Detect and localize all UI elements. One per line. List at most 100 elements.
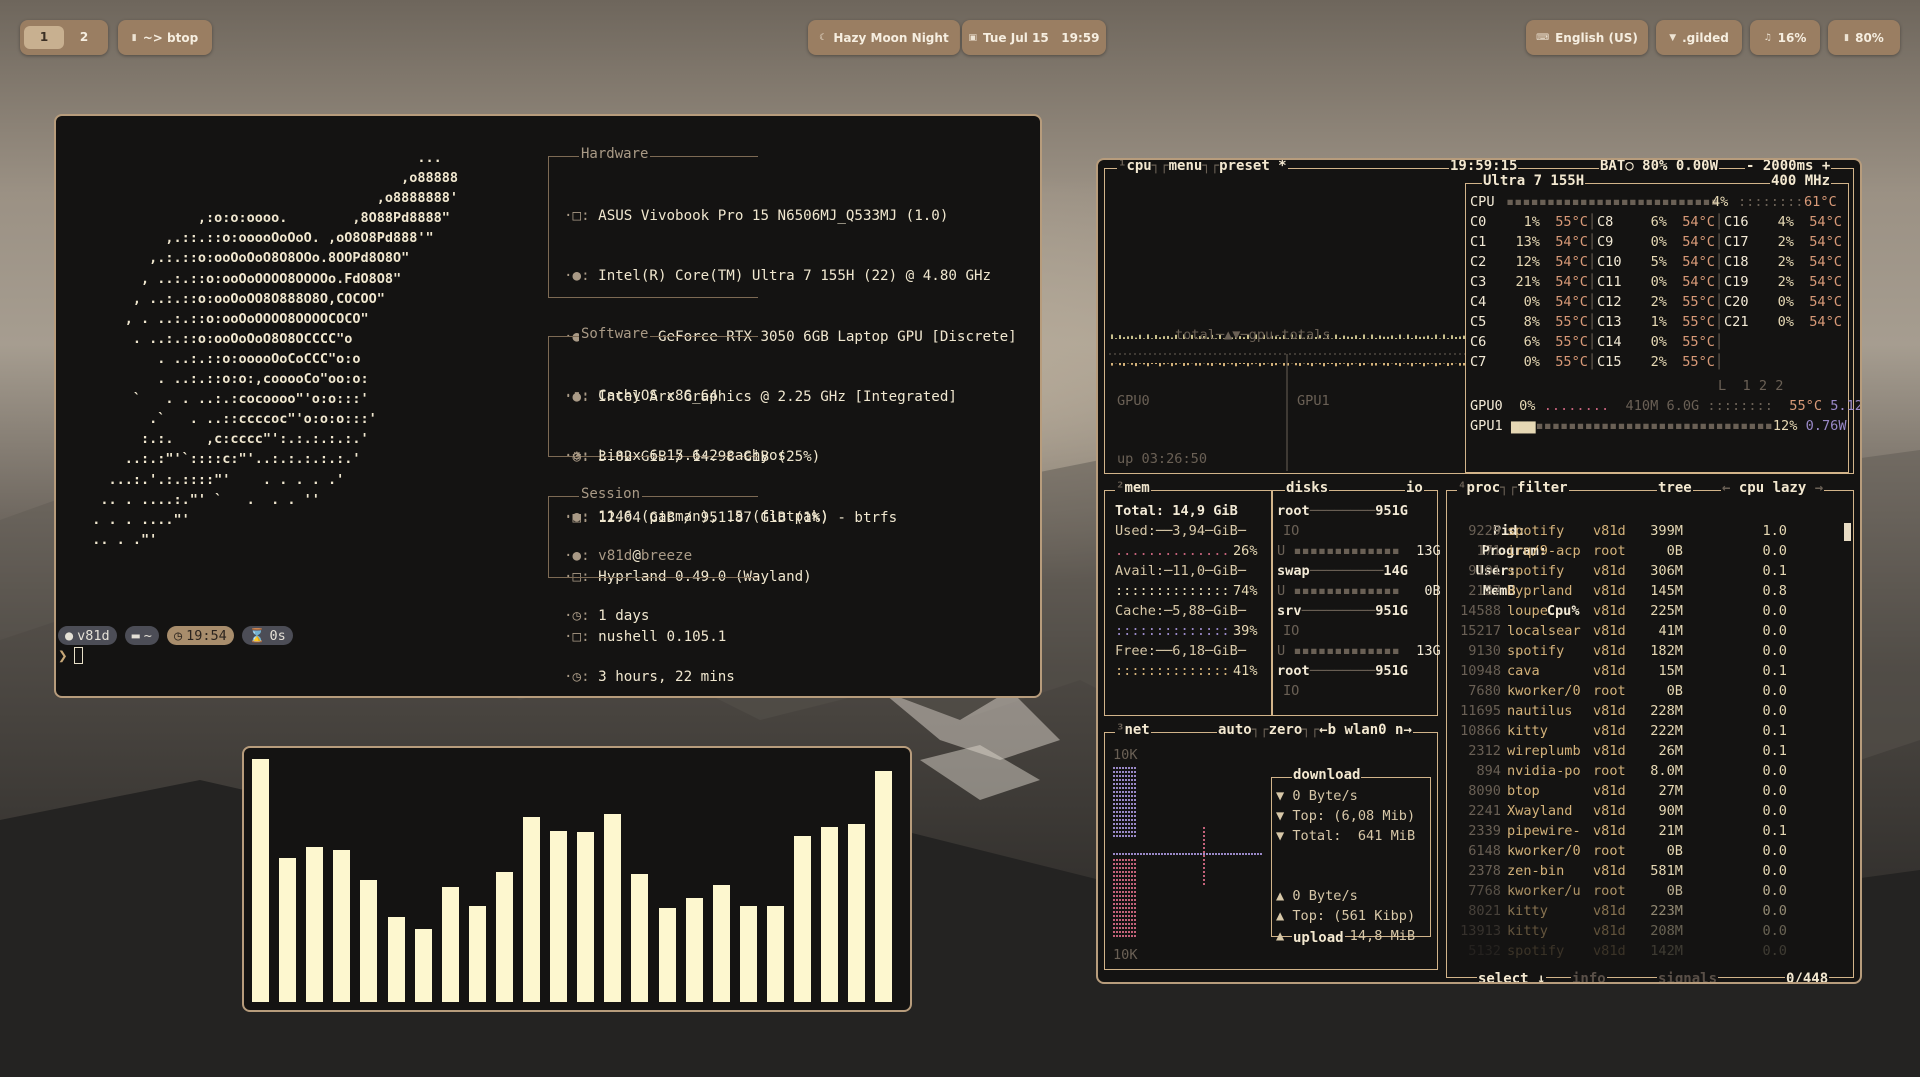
cpu-total-sparkline: :::::::: [1738,194,1804,210]
network-pill[interactable]: ▼ .gilded [1656,20,1742,55]
proc-select[interactable]: select ↓ [1477,971,1547,982]
net-next[interactable]: n→ [1395,722,1412,738]
proc-scrollbar-thumb[interactable] [1844,523,1851,541]
process-row[interactable]: 9130 spotify v81d 182M 0.0 [1451,641,1787,661]
upload-graph-dot [1131,911,1133,913]
gpu-graph-dot [1219,363,1221,365]
mem-tab[interactable]: mem [1124,480,1149,496]
gpu-graph-dot [1339,363,1341,365]
upload-graph-dot [1122,927,1124,929]
download-graph-dot [1119,795,1121,797]
process-row[interactable]: 894 nvidia-po root 8.0M 0.0 [1451,761,1787,781]
core-name: C19 [1724,274,1749,290]
process-row[interactable]: 7680 kworker/0 root 0B 0.0 [1451,681,1787,701]
disks-tab[interactable]: disks [1285,480,1330,496]
cpu-graph-dot [1371,334,1373,339]
cpu-tab[interactable]: cpu [1126,160,1151,174]
gpu-graph-dot [1243,363,1245,365]
proc-tab[interactable]: proc [1466,480,1500,496]
process-row[interactable]: 2312 wireplumb v81d 26M 0.1 [1451,741,1787,761]
gpu-graph-dot [1411,363,1413,367]
logo-line: ,o88888 [76,170,459,187]
menu-tab[interactable]: menu [1169,160,1203,174]
proc-sort[interactable]: ← cpu lazy → [1721,480,1825,496]
proc-program: pipewire- [1507,823,1581,839]
process-row[interactable]: 6148 kworker/0 root 0B 0.0 [1451,841,1787,861]
process-row[interactable]: 2339 pipewire-v81d 21M 0.1 [1451,821,1787,841]
mem-cache-pct: 39% [1233,623,1258,639]
mem-cache-bar: :::::::::::::: [1115,623,1230,639]
workspace-switcher: 1 2 [20,20,108,55]
process-row[interactable]: 8090 btop v81d 27M 0.0 [1451,781,1787,801]
gpu0-temp: 55°C [1789,398,1823,414]
keyboard-layout-pill[interactable]: ⌨ English (US) [1526,20,1648,55]
workspace-1-button[interactable]: 1 [24,26,64,49]
update-rate[interactable]: - 2000ms + [1745,160,1832,174]
process-row[interactable]: 8021 kitty v81d 223M 0.0 [1451,901,1787,921]
logo-line: .. . ."' [76,531,158,548]
upload-graph-dot [1119,891,1121,893]
net-tab[interactable]: net [1124,722,1149,738]
battery-pill[interactable]: ▮ 80% [1828,20,1900,55]
process-row[interactable]: 10948 cava v81d 15M 0.1 [1451,661,1787,681]
proc-info[interactable]: info [1571,971,1607,982]
process-row[interactable]: 7768 kworker/u root 0B 0.0 [1451,881,1787,901]
process-row[interactable]: 13913 kitty v81d 208M 0.0 [1451,921,1787,941]
upload-graph-dot [1128,931,1130,933]
process-row[interactable]: 11695 nautilus v81d 228M 0.0 [1451,701,1787,721]
cpu-graph-dot [1119,335,1121,339]
cpu-graph-dot [1147,334,1149,339]
volume-pill[interactable]: ♫ 16% [1750,20,1820,55]
command-line[interactable]: ❯ [58,646,83,665]
core-temp: 55°C [1555,314,1588,330]
audio-bar [658,908,676,1002]
proc-pid: 5132 [1468,943,1501,959]
active-window-pill[interactable]: ▮ ~> btop [118,20,212,55]
process-row[interactable]: 10866 kitty v81d 222M 0.1 [1451,721,1787,741]
net-prev[interactable]: ←b [1319,722,1336,738]
core-usage: 21% [1515,274,1540,290]
download-graph-dot [1116,775,1118,777]
fastfetch-terminal-window[interactable]: ... ,o88888 ,o8888888' ,:o:o:oooo. ,8O88… [54,114,1042,698]
process-row[interactable]: 14588 loupe v81d 225M 0.0 [1451,601,1787,621]
download-graph-dot [1122,791,1124,793]
upload-graph-dot [1134,859,1136,861]
cpu-graph-dot [1447,338,1449,339]
mem-avail-pct: 74% [1233,583,1258,599]
preset-tab[interactable]: preset * [1219,160,1286,174]
btop-window[interactable]: ¹cpu┐┌menu┐┌preset * 19:59:15 BAT○ 80% 0… [1096,158,1862,984]
clock-pill[interactable]: ▣ Tue Jul 15 19:59 [962,20,1106,55]
io-tab[interactable]: io [1405,480,1424,496]
cava-visualizer-window[interactable] [242,746,912,1012]
process-row[interactable]: 2378 zen-bin v81d 581M 0.0 [1451,861,1787,881]
process-row[interactable]: 171 irq/9-acp root 0B 0.0 [1451,541,1787,561]
proc-count: 0/448 [1785,971,1830,982]
process-row[interactable]: 5132 spotify v81d 142M 0.0 [1451,941,1787,961]
upload-graph-dot [1119,863,1121,865]
net-spike-dot [1203,879,1205,881]
proc-cpu: 0.0 [1762,643,1787,659]
net-baseline-dot [1200,853,1202,855]
process-row[interactable]: 15217 localsear v81d 41M 0.0 [1451,621,1787,641]
process-row[interactable]: 2241 Xwayland v81d 90M 0.0 [1451,801,1787,821]
disk-root2-io: IO [1283,683,1300,699]
proc-sort-label: cpu lazy [1738,480,1807,496]
proc-signals[interactable]: signals [1657,971,1719,982]
proc-filter[interactable]: filter [1517,480,1568,496]
net-baseline-dot [1125,853,1127,855]
core-separator: │ [1588,254,1597,270]
process-row[interactable]: 9229 spotify v81d 399M 1.0 [1451,521,1787,541]
net-auto[interactable]: auto [1218,722,1252,738]
software-line-os: CachyOS x86_64 [598,388,718,405]
gpu-graph-dot [1431,363,1433,364]
net-baseline-dot [1152,853,1154,855]
theme-pill[interactable]: ☾ Hazy Moon Night [808,20,960,55]
process-row[interactable]: 2127 Hyprland v81d 145M 0.8 [1451,581,1787,601]
workspace-2-button[interactable]: 2 [64,26,104,49]
net-zero[interactable]: zero [1269,722,1303,738]
upload-graph-dot [1134,883,1136,885]
session-user: v81d [598,548,633,565]
process-row[interactable]: 9101 spotify v81d 306M 0.1 [1451,561,1787,581]
proc-tree[interactable]: tree [1657,480,1693,496]
cpu-box: ¹cpu┐┌menu┐┌preset * 19:59:15 BAT○ 80% 0… [1104,160,1860,474]
